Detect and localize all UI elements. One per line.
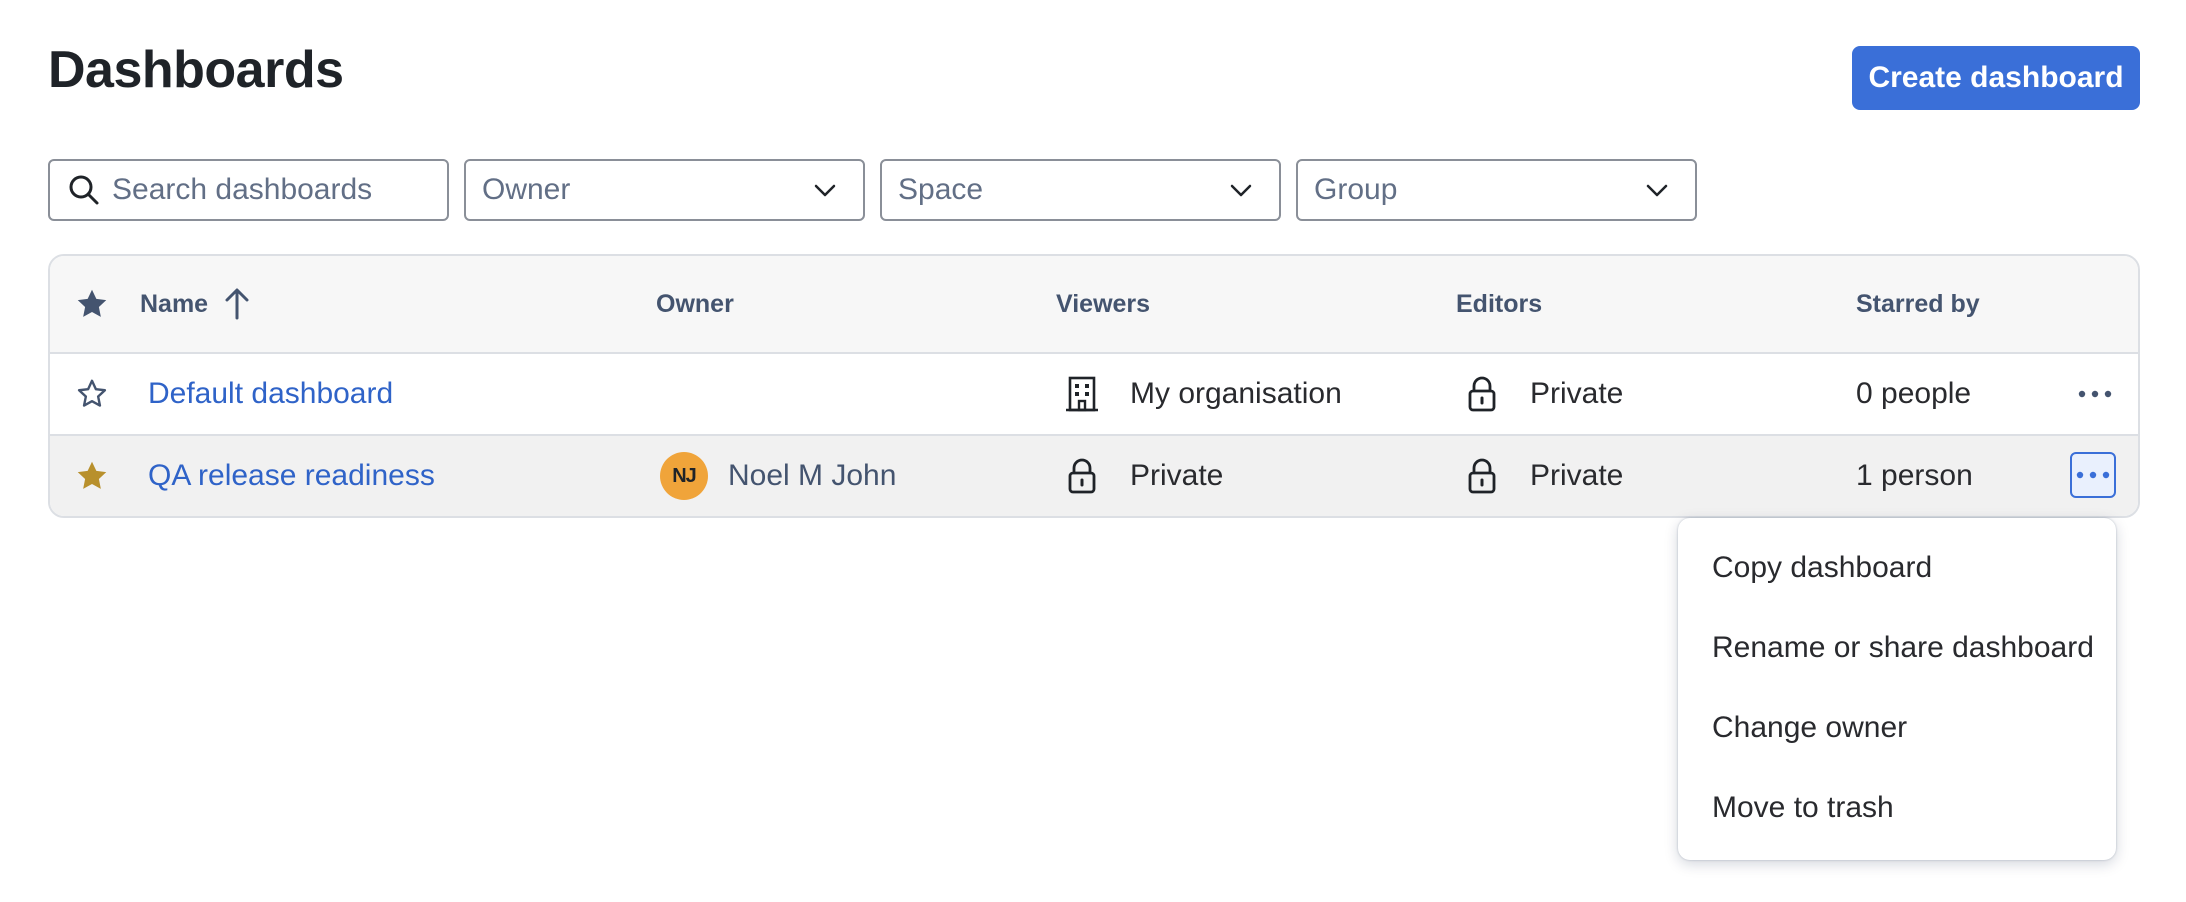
more-horizontal-icon [2076, 471, 2110, 479]
starred-by-count: 1 person [1856, 459, 1973, 492]
viewers-cell: My organisation [1064, 354, 1342, 434]
owner-filter-label: Owner [482, 173, 571, 206]
viewers-label: My organisation [1130, 377, 1342, 410]
table-header: Name Owner Viewers Editors Starred by [50, 256, 2138, 354]
chevron-down-icon [1646, 184, 1668, 197]
more-actions-button[interactable] [2072, 371, 2118, 417]
search-icon [69, 175, 99, 205]
arrow-up-icon [225, 288, 249, 320]
group-filter-select[interactable]: Group [1296, 159, 1697, 221]
star-toggle[interactable] [74, 436, 110, 516]
search-field[interactable] [48, 159, 449, 221]
editors-cell: Private [1464, 354, 1623, 434]
dashboard-name-link[interactable]: Default dashboard [148, 354, 393, 434]
create-dashboard-button[interactable]: Create dashboard [1852, 46, 2140, 110]
editors-label: Private [1530, 377, 1624, 410]
lock-icon [1468, 376, 1496, 412]
chevron-down-icon [814, 184, 836, 197]
owner-cell[interactable]: NJ Noel M John [660, 436, 896, 516]
star-toggle[interactable] [74, 354, 110, 434]
starred-column-header[interactable] [74, 256, 110, 352]
group-filter-label: Group [1314, 173, 1398, 206]
owner-name: Noel M John [728, 459, 897, 492]
space-filter-select[interactable]: Space [880, 159, 1281, 221]
starred-by-count: 0 people [1856, 377, 1972, 410]
page-title: Dashboards [48, 41, 344, 99]
more-horizontal-icon [2078, 390, 2112, 398]
owner-column-header[interactable]: Owner [656, 256, 734, 352]
dashboard-actions-menu: Copy dashboard Rename or share dashboard… [1678, 518, 2116, 860]
starred-by-column-header[interactable]: Starred by [1856, 256, 1980, 352]
editors-column-header[interactable]: Editors [1456, 256, 1542, 352]
dashboards-page: Dashboards Create dashboard Owner Space … [0, 0, 2186, 902]
viewers-label: Private [1130, 459, 1224, 492]
more-actions-button[interactable] [2070, 452, 2116, 498]
building-icon [1066, 376, 1098, 412]
star-filled-icon [77, 461, 107, 489]
name-column-label: Name [140, 289, 209, 318]
star-outline-icon [77, 379, 107, 407]
space-filter-label: Space [898, 173, 984, 206]
editors-label: Private [1530, 459, 1624, 492]
search-input[interactable] [112, 173, 432, 207]
dashboards-table: Name Owner Viewers Editors Starred by De… [48, 254, 2140, 518]
menu-item-change-owner[interactable]: Change owner [1678, 688, 2116, 768]
table-row: QA release readiness NJ Noel M John Priv… [50, 436, 2138, 516]
name-column-header[interactable]: Name [140, 256, 252, 352]
menu-item-copy-dashboard[interactable]: Copy dashboard [1678, 528, 2116, 608]
star-filled-icon [77, 289, 107, 317]
avatar: NJ [660, 452, 708, 500]
table-row: Default dashboard My organisation Privat… [50, 354, 2138, 436]
dashboard-name-link[interactable]: QA release readiness [148, 436, 435, 516]
chevron-down-icon [1230, 184, 1252, 197]
viewers-cell: Private [1064, 436, 1223, 516]
lock-icon [1468, 458, 1496, 494]
owner-filter-select[interactable]: Owner [464, 159, 865, 221]
menu-item-move-to-trash[interactable]: Move to trash [1678, 768, 2116, 848]
menu-item-rename-or-share[interactable]: Rename or share dashboard [1678, 608, 2116, 688]
lock-icon [1068, 458, 1096, 494]
editors-cell: Private [1464, 436, 1623, 516]
viewers-column-header[interactable]: Viewers [1056, 256, 1150, 352]
